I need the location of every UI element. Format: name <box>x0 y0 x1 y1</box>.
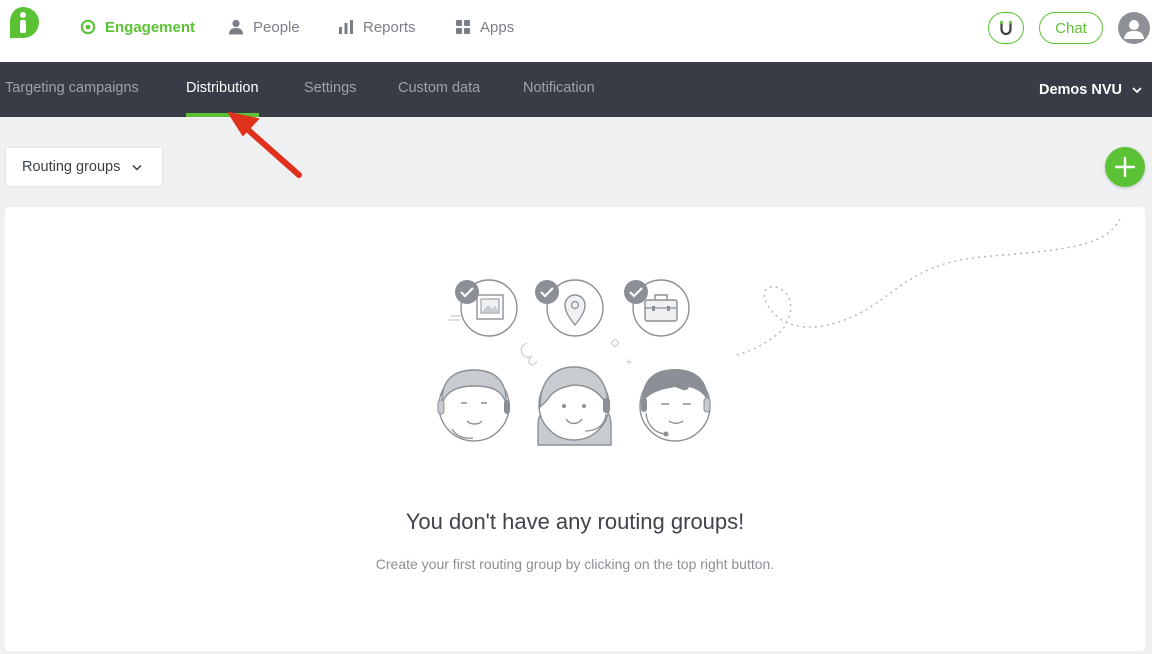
empty-state-subtitle: Create your first routing group by click… <box>375 556 775 572</box>
tab-targeting-campaigns[interactable]: Targeting campaigns <box>5 62 139 117</box>
agent-right <box>639 369 711 442</box>
nav-reports[interactable]: Reports <box>338 16 416 38</box>
chevron-down-icon <box>1132 86 1142 93</box>
empty-state-card: You don't have any routing groups! Creat… <box>5 207 1145 651</box>
bar-chart-icon <box>339 20 353 34</box>
chevron-down-icon <box>132 164 142 171</box>
tab-custom-data[interactable]: Custom data <box>398 62 480 117</box>
top-bar: Engagement People Reports Apps Chat <box>0 0 1152 62</box>
nav-engagement[interactable]: Engagement <box>80 16 195 38</box>
person-icon <box>229 19 243 35</box>
nav-reports-label: Reports <box>363 18 416 36</box>
routing-groups-label: Routing groups <box>22 159 121 175</box>
add-routing-group-button[interactable] <box>1105 147 1145 187</box>
user-avatar[interactable] <box>1118 12 1150 44</box>
routing-illustration <box>437 218 1121 446</box>
tab-settings[interactable]: Settings <box>304 62 356 117</box>
account-name: Demos NVU <box>1039 81 1122 98</box>
sub-navigation: Targeting campaigns Distribution Setting… <box>0 62 1152 117</box>
nav-apps[interactable]: Apps <box>455 16 514 38</box>
chat-button[interactable]: Chat <box>1039 12 1103 44</box>
agent-center <box>537 366 612 446</box>
nav-people-label: People <box>253 18 300 36</box>
dotted-path <box>736 218 1121 356</box>
magnet-icon <box>1000 21 1012 36</box>
location-bubble <box>535 279 604 337</box>
nav-people[interactable]: People <box>228 16 300 38</box>
target-icon <box>80 19 96 35</box>
empty-state-title: You don't have any routing groups! <box>405 509 745 534</box>
nav-engagement-label: Engagement <box>105 18 196 36</box>
tab-distribution[interactable]: Distribution <box>186 62 259 117</box>
routing-groups-select[interactable]: Routing groups <box>5 147 163 187</box>
tab-notification[interactable]: Notification <box>523 62 595 117</box>
user-icon <box>1124 20 1144 39</box>
grid-icon <box>456 20 470 34</box>
account-switcher[interactable]: Demos NVU <box>1039 62 1142 117</box>
briefcase-bubble <box>624 279 690 337</box>
image-bubble <box>455 279 518 337</box>
agent-left <box>437 369 510 442</box>
nav-apps-label: Apps <box>480 18 515 36</box>
iadvize-logo[interactable] <box>6 6 40 40</box>
plus-icon <box>1114 156 1136 178</box>
magnet-button[interactable] <box>988 12 1024 44</box>
